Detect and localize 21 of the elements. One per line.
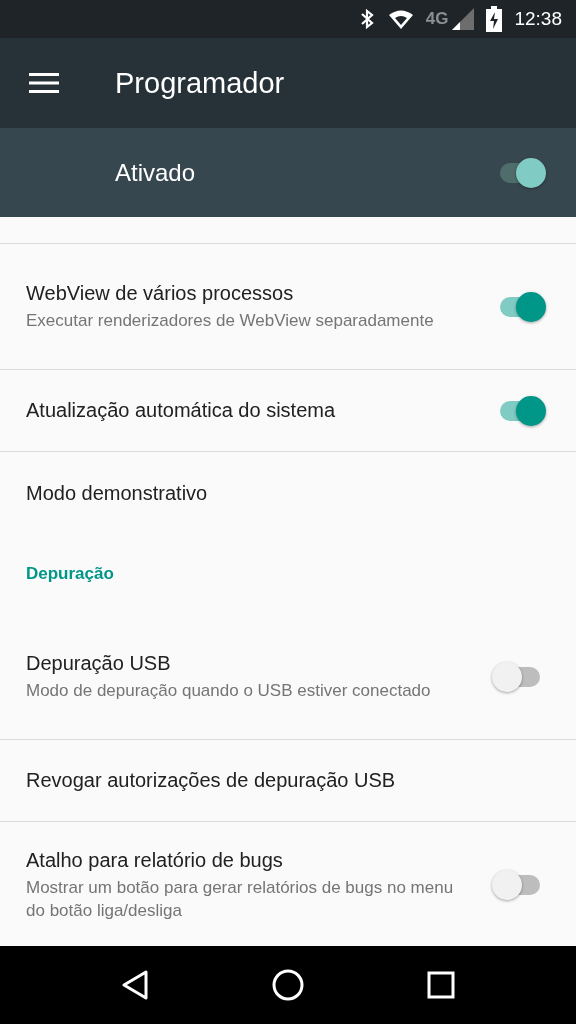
network-type: 4G <box>425 9 449 29</box>
setting-title[interactable]: Depuração USB <box>26 651 431 675</box>
overview-icon[interactable] <box>426 971 455 999</box>
setting-summary: Mostrar um botão para gerar relatórios de bugs no menu do botão liga/desliga <box>26 876 455 922</box>
signal-icon <box>452 8 475 30</box>
setting-summary: Executar renderizadores de WebView separadamente <box>26 309 434 332</box>
battery-charging-icon <box>486 6 503 32</box>
category-header: Depuração <box>26 564 114 584</box>
master-switch-label: Ativado <box>115 158 196 187</box>
page-title: Programador <box>115 66 285 100</box>
setting-title[interactable]: WebView de vários processos <box>26 281 434 305</box>
setting-title[interactable]: Modo demonstrativo <box>26 481 208 505</box>
setting-title[interactable]: Atualização automática do sistema <box>26 399 336 422</box>
back-icon[interactable] <box>121 970 150 1000</box>
home-icon[interactable] <box>272 969 304 1001</box>
setting-summary: Modo de depuração quando o USB estiver conectado <box>26 679 431 702</box>
setting-title[interactable]: Revogar autorizações de depuração USB <box>26 769 396 792</box>
wifi-icon <box>387 9 414 29</box>
clock: 12:38 <box>514 8 562 30</box>
setting-title[interactable]: Atalho para relatório de bugs <box>26 848 466 872</box>
menu-icon[interactable] <box>29 73 59 93</box>
